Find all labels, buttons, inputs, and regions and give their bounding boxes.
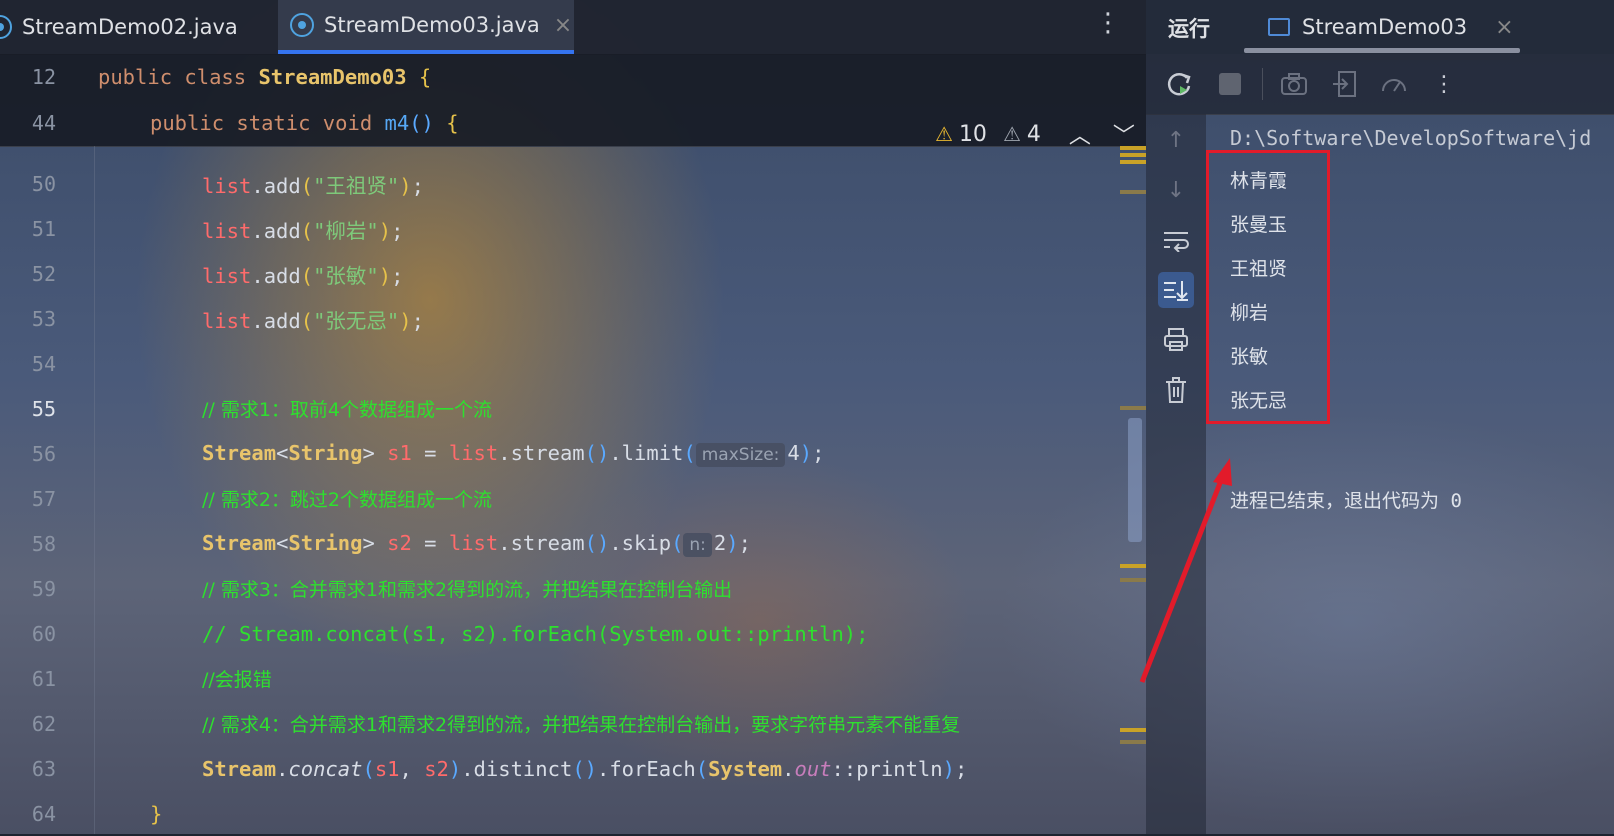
annotation-arrow [1139, 458, 1232, 683]
